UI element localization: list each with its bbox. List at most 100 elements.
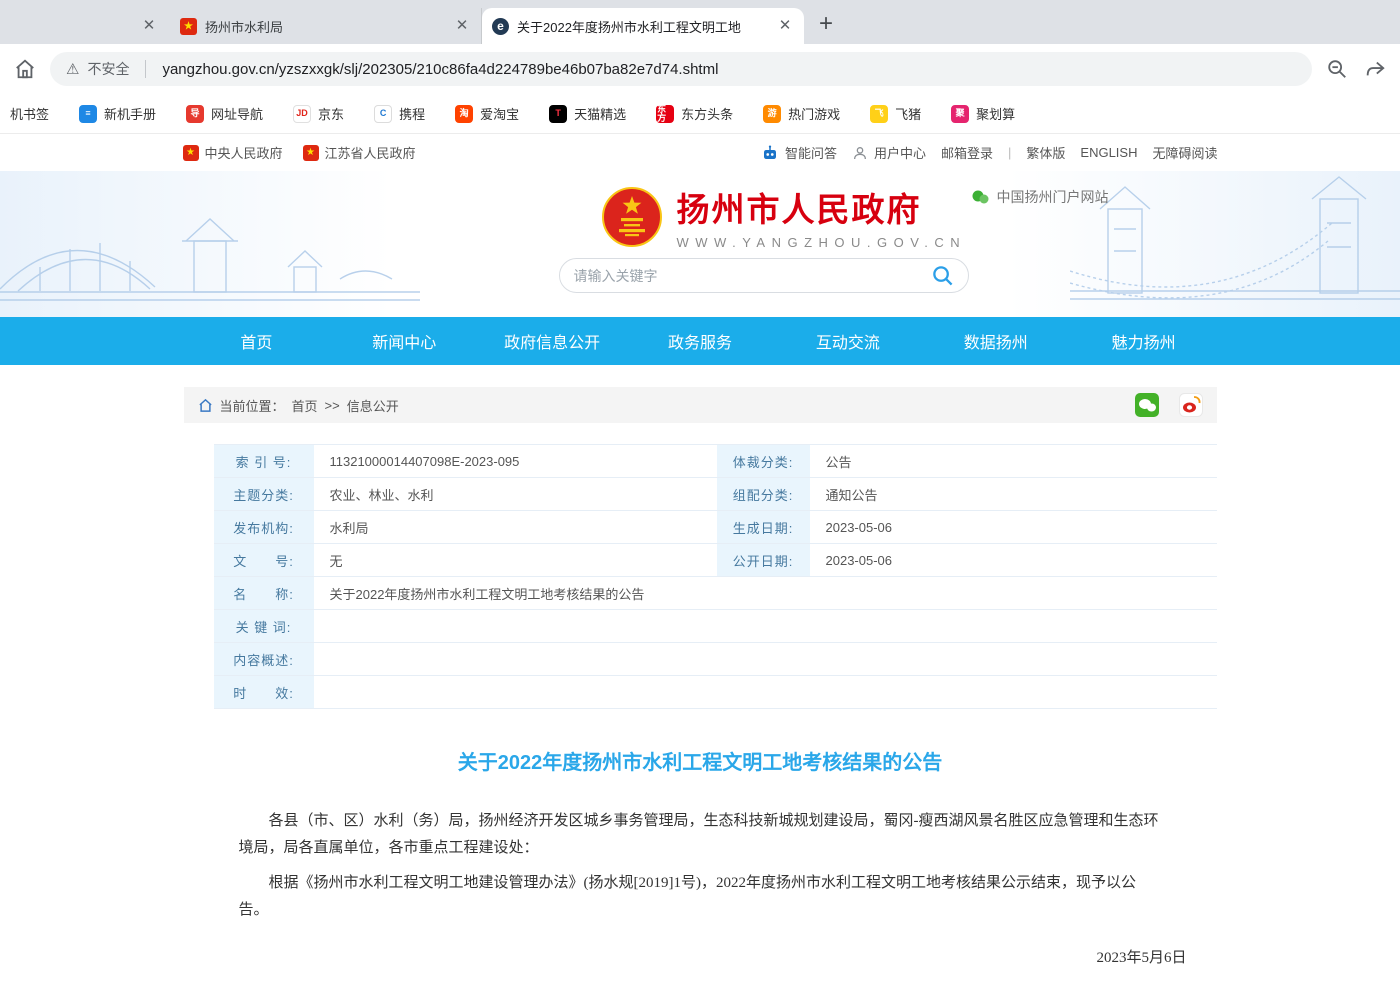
link-accessibility[interactable]: 无障碍阅读	[1152, 143, 1217, 162]
tab-announcement-active[interactable]: e 关于2022年度扬州市水利工程文明工地 ✕	[482, 8, 804, 44]
bookmark-favicon: 淘	[455, 105, 473, 123]
bookmark-favicon: 飞	[870, 105, 888, 123]
link-jiangsu-government[interactable]: ★ 江苏省人民政府	[303, 143, 416, 162]
link-label: 中央人民政府	[205, 143, 283, 162]
url-text[interactable]: yangzhou.gov.cn/yzszxxgk/slj/202305/210c…	[162, 61, 718, 78]
bookmark-item[interactable]: JD 京东	[293, 104, 344, 123]
site-url: WWW.YANGZHOU.GOV.CN	[677, 235, 967, 250]
site-name: 扬州市人民政府	[677, 183, 967, 231]
home-icon[interactable]	[198, 398, 213, 413]
search-icon[interactable]	[931, 264, 954, 287]
tab-yangzhou-water-bureau[interactable]: ★ 扬州市水利局 ✕	[170, 8, 482, 44]
nav-item[interactable]: 新闻中心	[330, 317, 478, 365]
breadcrumb-current[interactable]: 信息公开	[347, 396, 399, 415]
bookmark-item[interactable]: C 携程	[374, 104, 425, 123]
wechat-mini-icon	[971, 188, 989, 206]
bookmark-item[interactable]: 游 热门游戏	[763, 104, 840, 123]
bookmark-label: 网址导航	[211, 104, 263, 123]
bookmark-label: 飞猪	[895, 104, 921, 123]
bookmark-item[interactable]: ≡ 新机手册	[79, 104, 156, 123]
link-english[interactable]: ENGLISH	[1080, 145, 1137, 160]
nav-item[interactable]: 魅力扬州	[1070, 317, 1218, 365]
nav-item[interactable]: 政府信息公开	[478, 317, 626, 365]
tab-title: 关于2022年度扬州市水利工程文明工地	[517, 17, 768, 36]
utility-bar: ★ 中央人民政府 ★ 江苏省人民政府 智能问答	[0, 134, 1400, 171]
meta-label: 主题分类:	[214, 478, 316, 510]
meta-value	[316, 676, 1217, 708]
bookmark-label: 机书签	[10, 104, 49, 123]
bookmark-item[interactable]: 东方 东方头条	[656, 104, 733, 123]
meta-label: 发布机构:	[214, 511, 316, 543]
meta-row: 主题分类:农业、林业、水利组配分类:通知公告	[214, 478, 1217, 511]
tab-title: 扬州市水利局	[205, 17, 445, 36]
meta-value: 公告	[812, 445, 1217, 477]
zoom-out-icon[interactable]	[1324, 56, 1350, 82]
breadcrumb: 当前位置： 首页 >> 信息公开	[184, 387, 1217, 423]
bookmark-label: 东方头条	[681, 104, 733, 123]
share-icon[interactable]	[1362, 56, 1388, 82]
bookmark-item[interactable]: 机书签	[10, 104, 49, 123]
link-label: 繁体版	[1026, 143, 1065, 162]
close-icon[interactable]: ✕	[140, 17, 158, 35]
link-mail-login[interactable]: 邮箱登录	[941, 143, 993, 162]
address-toolbar: ⚠ 不安全 yangzhou.gov.cn/yzszxxgk/slj/20230…	[0, 44, 1400, 94]
article-date: 2023年5月6日	[184, 946, 1217, 967]
gov-emblem-favicon: ★	[180, 18, 197, 35]
link-label: ENGLISH	[1080, 145, 1137, 160]
site-logo[interactable]: 扬州市人民政府 WWW.YANGZHOU.GOV.CN	[601, 183, 967, 250]
page-content: 当前位置： 首页 >> 信息公开 索 引 号:113210000144070	[184, 387, 1217, 997]
nav-item[interactable]: 互动交流	[774, 317, 922, 365]
close-icon[interactable]: ✕	[776, 17, 794, 35]
site-search	[559, 258, 969, 293]
link-traditional-chinese[interactable]: 繁体版	[1026, 143, 1065, 162]
meta-label: 内容概述:	[214, 643, 316, 675]
link-label: 邮箱登录	[941, 143, 993, 162]
breadcrumb-home-link[interactable]: 首页	[292, 396, 318, 415]
link-smart-qa[interactable]: 智能问答	[761, 143, 837, 162]
portal-link[interactable]: 中国扬州门户网站	[971, 187, 1109, 207]
bookmark-item[interactable]: T 天猫精选	[549, 104, 626, 123]
bookmark-item[interactable]: 聚 聚划算	[951, 104, 1015, 123]
meta-row: 时 效:	[214, 676, 1217, 709]
link-user-center[interactable]: 用户中心	[852, 143, 926, 162]
article-title: 关于2022年度扬州市水利工程文明工地考核结果的公告	[184, 746, 1217, 775]
bookmark-item[interactable]: 飞 飞猪	[870, 104, 921, 123]
wechat-share-icon[interactable]	[1135, 393, 1159, 417]
bookmark-favicon: 导	[186, 105, 204, 123]
nav-item[interactable]: 数据扬州	[922, 317, 1070, 365]
meta-row: 关 键 词:	[214, 610, 1217, 643]
new-tab-button[interactable]: +	[810, 8, 842, 40]
meta-value: 农业、林业、水利	[316, 478, 715, 510]
link-central-government[interactable]: ★ 中央人民政府	[183, 143, 283, 162]
bookmark-item[interactable]: 淘 爱淘宝	[455, 104, 519, 123]
breadcrumb-label: 当前位置：	[220, 396, 285, 415]
meta-row: 名 称:关于2022年度扬州市水利工程文明工地考核结果的公告	[214, 577, 1217, 610]
meta-value: 通知公告	[812, 478, 1217, 510]
meta-value: 水利局	[316, 511, 715, 543]
main-nav: 首页 新闻中心 政府信息公开 政务服务 互动交流 数据扬州 魅力扬州	[0, 317, 1400, 365]
bookmark-label: 携程	[399, 104, 425, 123]
address-bar[interactable]: ⚠ 不安全 yangzhou.gov.cn/yzszxxgk/slj/20230…	[50, 52, 1312, 86]
security-label[interactable]: 不安全	[87, 59, 129, 79]
bookmark-favicon: 聚	[951, 105, 969, 123]
nav-item[interactable]: 首页	[183, 317, 331, 365]
link-label: 智能问答	[785, 143, 837, 162]
meta-value: 11321000014407098E-2023-095	[316, 445, 715, 477]
meta-value: 无	[316, 544, 715, 576]
weibo-share-icon[interactable]	[1179, 393, 1203, 417]
bookmark-favicon: 东方	[656, 105, 674, 123]
bookmark-item[interactable]: 导 网址导航	[186, 104, 263, 123]
meta-row: 内容概述:	[214, 643, 1217, 676]
not-secure-icon[interactable]: ⚠	[66, 60, 79, 78]
meta-label: 组配分类:	[715, 478, 812, 510]
robot-icon	[761, 144, 779, 162]
home-icon[interactable]	[12, 56, 38, 82]
close-icon[interactable]: ✕	[453, 17, 471, 35]
portal-label: 中国扬州门户网站	[997, 187, 1109, 207]
bookmark-favicon: 游	[763, 105, 781, 123]
divider	[145, 60, 146, 78]
nav-item[interactable]: 政务服务	[626, 317, 774, 365]
browser-chrome: ✕ ★ 扬州市水利局 ✕ e 关于2022年度扬州市水利工程文明工地 ✕ + ⚠…	[0, 0, 1400, 134]
tab-hidden[interactable]: ✕	[0, 8, 170, 44]
search-input[interactable]	[574, 268, 931, 284]
